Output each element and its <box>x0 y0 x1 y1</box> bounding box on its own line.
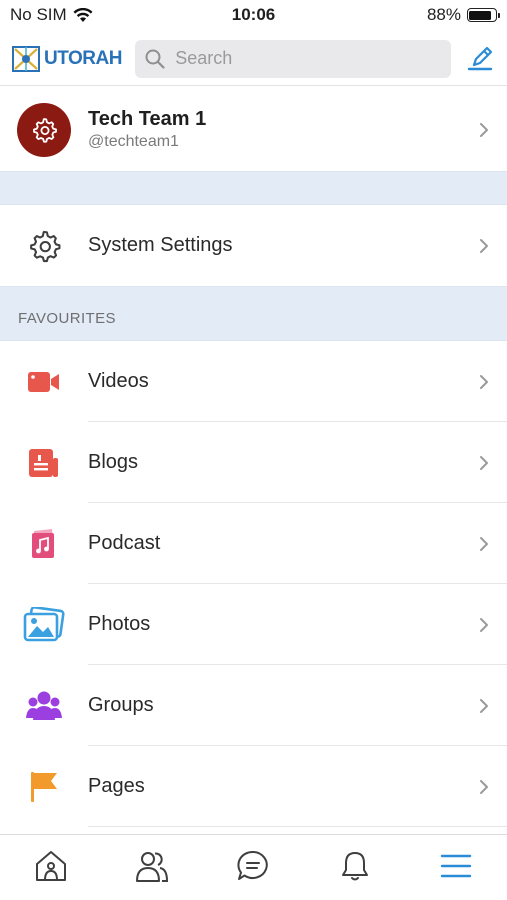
tab-menu[interactable] <box>426 841 486 891</box>
battery-fill <box>469 10 492 20</box>
chevron-right-icon <box>478 698 490 714</box>
section-spacer <box>0 171 507 205</box>
app-logo[interactable]: UTORAH <box>12 44 127 74</box>
search-bar[interactable] <box>135 39 452 78</box>
blog-icon <box>22 441 66 485</box>
podcast-icon <box>22 522 66 566</box>
tab-home[interactable] <box>21 841 81 891</box>
favourite-item-groups[interactable]: Groups <box>0 665 507 746</box>
search-icon <box>145 49 165 69</box>
favourite-item-blogs[interactable]: Blogs <box>0 422 507 503</box>
status-right: 88% <box>337 5 500 25</box>
profile-row[interactable]: Tech Team 1 @techteam1 <box>0 88 507 171</box>
favourite-label-podcast: Podcast <box>88 532 161 554</box>
favourite-label-blogs: Blogs <box>88 451 139 473</box>
compose-icon <box>467 46 493 70</box>
app-header: UTORAH <box>0 32 507 86</box>
favourite-item-podcast[interactable]: Podcast <box>0 503 507 584</box>
chat-icon <box>237 850 269 880</box>
system-settings-row[interactable]: System Settings <box>0 205 507 286</box>
wifi-icon <box>73 7 93 22</box>
favourites-title: FAVOURITES <box>18 310 116 327</box>
flag-icon <box>22 765 66 809</box>
chevron-right-icon <box>478 779 490 795</box>
favourite-label-groups: Groups <box>88 694 154 716</box>
chevron-right-icon <box>478 536 490 552</box>
favourite-label-photos: Photos <box>88 613 151 635</box>
bottom-tab-bar <box>0 834 507 900</box>
status-bar: No SIM 10:06 88% <box>0 0 507 30</box>
video-icon <box>22 360 66 404</box>
compose-button[interactable] <box>465 44 495 74</box>
settings-icon-wrap <box>22 224 66 268</box>
battery-percent: 88% <box>426 5 461 24</box>
status-left: No SIM <box>10 5 170 25</box>
favourite-label-videos: Videos <box>88 370 149 392</box>
home-icon <box>35 850 66 881</box>
profile-name: Tech Team 1 <box>88 107 207 130</box>
favourite-label-pages: Pages <box>88 775 145 797</box>
favourite-item-photos[interactable]: Photos <box>0 584 507 665</box>
groups-icon <box>22 684 66 728</box>
search-input[interactable] <box>175 48 426 69</box>
chevron-right-icon <box>478 374 490 390</box>
profile-handle: @techteam1 <box>88 132 179 150</box>
favourites-section-header: FAVOURITES <box>0 286 507 341</box>
profile-text: Tech Team 1 @techteam1 <box>88 107 478 153</box>
favourite-item-pages[interactable]: Pages <box>0 746 507 827</box>
chevron-right-icon <box>478 238 490 254</box>
menu-icon <box>441 854 472 877</box>
tab-messages[interactable] <box>223 841 283 891</box>
photos-icon <box>22 603 66 647</box>
bell-icon <box>341 851 368 880</box>
battery-icon <box>466 8 500 22</box>
logo-mark-icon <box>12 45 40 72</box>
gear-icon <box>33 117 57 143</box>
chevron-right-icon <box>478 122 490 138</box>
chevron-right-icon <box>478 455 490 471</box>
friends-icon <box>136 851 169 882</box>
logo-text: UTORAH <box>44 47 122 69</box>
system-settings-label: System Settings <box>88 234 233 256</box>
status-time: 10:06 <box>231 5 276 24</box>
avatar <box>17 102 71 157</box>
carrier-label: No SIM <box>10 5 67 24</box>
tab-friends[interactable] <box>122 841 182 891</box>
favourite-item-videos[interactable]: Videos <box>0 341 507 422</box>
gear-icon <box>30 230 61 262</box>
divider <box>88 826 507 827</box>
tab-notifications[interactable] <box>325 841 385 891</box>
chevron-right-icon <box>478 617 490 633</box>
